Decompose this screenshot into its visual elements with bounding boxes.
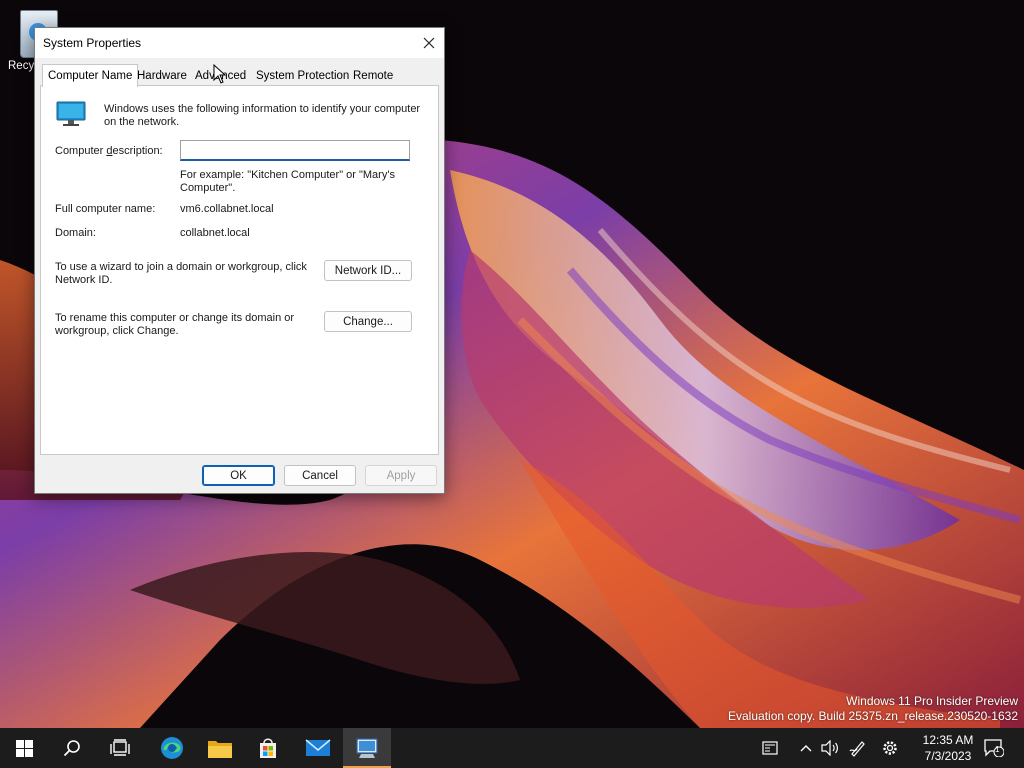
edge-taskbar-button[interactable] <box>148 728 196 768</box>
tab-system-protection[interactable]: System Protection <box>251 67 354 86</box>
taskbar: 12:35 AM 7/3/2023 1 <box>0 728 1024 768</box>
watermark-line1: Windows 11 Pro Insider Preview <box>846 694 1018 708</box>
apply-button-label: Apply <box>386 469 416 482</box>
tab-remote[interactable]: Remote <box>348 67 398 86</box>
change-button[interactable]: Change... <box>324 311 412 332</box>
intro-text-line2: on the network. <box>104 116 180 128</box>
computer-description-label: Computer description: <box>55 145 163 157</box>
system-properties-icon <box>356 738 378 758</box>
mail-icon <box>305 739 331 756</box>
notification-center-button[interactable]: 1 <box>980 728 1008 768</box>
widgets-button[interactable] <box>756 728 784 768</box>
network-id-text-line1: To use a wizard to join a domain or work… <box>55 261 307 273</box>
tab-computer-name[interactable]: Computer Name <box>42 64 139 87</box>
network-id-button[interactable]: Network ID... <box>324 260 412 281</box>
volume-button[interactable] <box>819 728 841 768</box>
change-text-line2: workgroup, click Change. <box>55 325 179 337</box>
pen-menu-button[interactable] <box>846 728 870 768</box>
network-id-text-line2: Network ID. <box>55 274 113 286</box>
notification-icon <box>984 739 1004 757</box>
store-taskbar-button[interactable] <box>244 728 292 768</box>
full-computer-name-value: vm6.collabnet.local <box>180 203 274 215</box>
task-view-icon <box>110 739 130 756</box>
edge-icon <box>161 737 183 759</box>
pen-icon <box>849 741 865 757</box>
apply-button[interactable]: Apply <box>365 465 437 486</box>
gear-icon <box>883 741 897 755</box>
store-icon <box>260 738 276 758</box>
domain-value: collabnet.local <box>180 227 250 239</box>
change-button-label: Change... <box>343 315 393 328</box>
news-widget-icon <box>762 741 778 755</box>
close-icon <box>423 37 435 49</box>
search-icon <box>63 740 80 757</box>
ok-button-label: OK <box>230 469 247 482</box>
tab-hardware[interactable]: Hardware <box>132 67 192 86</box>
change-text-line1: To rename this computer or change its do… <box>55 312 295 324</box>
network-id-button-label: Network ID... <box>334 264 402 277</box>
domain-label: Domain: <box>55 227 96 239</box>
start-button[interactable] <box>0 728 48 768</box>
computer-description-input[interactable] <box>180 140 410 161</box>
computer-name-panel: Windows uses the following information t… <box>40 85 439 455</box>
windows-start-icon <box>15 739 33 757</box>
file-explorer-icon <box>208 741 232 758</box>
file-explorer-taskbar-button[interactable] <box>196 728 244 768</box>
close-button[interactable] <box>414 28 444 58</box>
settings-button[interactable] <box>878 728 902 768</box>
taskbar-clock[interactable]: 12:35 AM 7/3/2023 <box>912 732 984 764</box>
system-properties-dialog: System Properties Computer Name Hardware… <box>34 27 445 494</box>
example-text-line1: For example: "Kitchen Computer" or "Mary… <box>180 169 395 181</box>
mail-taskbar-button[interactable] <box>294 728 342 768</box>
full-computer-name-label: Full computer name: <box>55 203 156 215</box>
dialog-title: System Properties <box>43 36 142 50</box>
notification-count-badge: 1 <box>995 745 1000 754</box>
example-text-line2: Computer". <box>180 182 236 194</box>
cancel-button-label: Cancel <box>302 469 338 482</box>
dialog-titlebar[interactable]: System Properties <box>35 28 444 58</box>
watermark-line2: Evaluation copy. Build 25375.zn_release.… <box>728 709 1018 723</box>
cancel-button[interactable]: Cancel <box>284 465 356 486</box>
evaluation-watermark: Windows 11 Pro Insider Preview Evaluatio… <box>728 694 1018 724</box>
speaker-icon <box>821 740 838 756</box>
task-view-button[interactable] <box>96 728 144 768</box>
recycle-bin-label: Recy <box>8 60 35 72</box>
chevron-up-icon <box>800 745 812 752</box>
show-hidden-icons-button[interactable] <box>796 728 816 768</box>
mouse-cursor-icon <box>213 64 227 84</box>
system-properties-taskbar-button[interactable] <box>343 728 391 768</box>
clock-date: 7/3/2023 <box>924 749 972 763</box>
intro-text-line1: Windows uses the following information t… <box>104 103 421 115</box>
computer-monitor-icon <box>56 101 86 126</box>
ok-button[interactable]: OK <box>202 465 275 486</box>
search-button[interactable] <box>48 728 96 768</box>
clock-time: 12:35 AM <box>922 733 974 747</box>
